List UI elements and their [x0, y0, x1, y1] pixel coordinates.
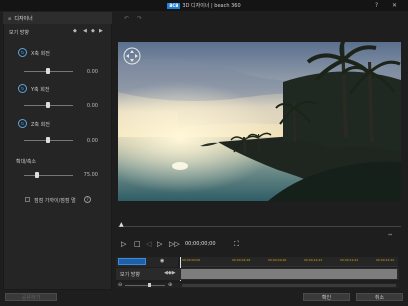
ruler-tick: 00;00;04;28: [232, 258, 251, 262]
zoom-in-icon[interactable]: ⊕: [168, 282, 172, 288]
track-keyframe-icon[interactable]: ◀◆▶: [164, 270, 176, 276]
scrubber-head[interactable]: ▲: [119, 221, 124, 228]
timeline-mode-toggle[interactable]: [118, 258, 146, 265]
window-title: 3D 디자이너 | beach 360: [182, 3, 241, 9]
ruler-tick: 00;00;00;00: [182, 258, 201, 262]
zoom-out-icon[interactable]: ⊖: [118, 282, 122, 288]
ruler-tick: 00;00;14;24: [304, 258, 323, 262]
ok-button[interactable]: 확인: [303, 293, 350, 301]
track-label: 보기 방향: [120, 272, 140, 278]
redo-icon[interactable]: ↷: [137, 15, 142, 22]
prev-frame-icon[interactable]: ◁: [146, 240, 151, 248]
x-rotation-slider-knob[interactable]: [46, 68, 50, 74]
designer-panel-header: ⊞ 디자이너: [3, 12, 112, 24]
ruler-tick: 00;00;09;26: [268, 258, 287, 262]
y-rotation-label: Y축 회전: [31, 87, 50, 93]
timeline-zoom-slider[interactable]: [125, 285, 165, 286]
designer-icon: ⊞: [8, 15, 12, 21]
y-rotation-icon: ↻: [18, 84, 27, 93]
timeline-zoom-knob[interactable]: [148, 283, 151, 287]
next-frame-icon[interactable]: ▷: [157, 240, 162, 248]
help-button[interactable]: ?: [375, 2, 378, 9]
prev-keyframe-icon[interactable]: ◀: [83, 28, 87, 34]
zoom-slider-knob[interactable]: [35, 172, 39, 178]
z-rotation-value[interactable]: 0.00: [78, 138, 98, 144]
next-keyframe-icon[interactable]: ▶: [99, 28, 103, 34]
close-button[interactable]: ✕: [392, 2, 397, 9]
z-rotation-icon: ↻: [18, 119, 27, 128]
add-keyframe-icon[interactable]: ◆: [91, 28, 95, 34]
designer-panel-title: 디자이너: [14, 15, 33, 22]
stop-icon[interactable]: □: [134, 240, 141, 248]
beach-scene: [118, 42, 401, 201]
play-icon[interactable]: ▷: [121, 240, 126, 248]
view-direction-section-title: 보기 방향: [9, 30, 29, 36]
scrubber-bar[interactable]: [118, 226, 401, 227]
share-button[interactable]: 공유하기: [5, 293, 57, 301]
lock-checkbox-label: 점점 가까이/점점 멀: [34, 198, 76, 204]
lock-checkbox[interactable]: [25, 197, 30, 202]
undo-icon[interactable]: ↶: [124, 15, 129, 22]
track-clip[interactable]: [181, 269, 397, 279]
timeline-ruler[interactable]: [180, 257, 398, 267]
app-logo: BCB: [167, 2, 181, 9]
timeline-settings-icon[interactable]: ◉: [160, 258, 164, 264]
ruler-tick: 00;00;19;22: [340, 258, 359, 262]
zoom-slider[interactable]: [24, 175, 73, 176]
timecode: 00;00;00;00: [185, 241, 216, 247]
z-rotation-label: Z축 회전: [31, 122, 50, 128]
lock-help-icon[interactable]: ?: [84, 196, 91, 203]
x-rotation-value[interactable]: 0.00: [78, 69, 98, 75]
fullscreen-icon[interactable]: ⛶: [234, 240, 239, 248]
cancel-button[interactable]: 취소: [356, 293, 403, 301]
zoom-value[interactable]: 75.00: [78, 172, 98, 178]
zoom-label: 확대/축소: [16, 159, 37, 165]
y-rotation-slider-knob[interactable]: [46, 102, 50, 108]
y-rotation-value[interactable]: 0.00: [78, 103, 98, 109]
x-rotation-label: X축 회전: [31, 51, 50, 57]
title-bar: BCB 3D 디자이너 | beach 360: [0, 0, 408, 11]
expand-icon[interactable]: ⇔: [388, 232, 392, 238]
video-preview[interactable]: [118, 42, 401, 201]
timeline-scrollbar[interactable]: [182, 284, 396, 287]
keyframe-icon[interactable]: ◆: [73, 28, 77, 34]
fast-forward-icon[interactable]: ▷▷: [169, 240, 180, 248]
ruler-tick: 00;00;24;20: [376, 258, 395, 262]
z-rotation-slider-knob[interactable]: [46, 137, 50, 143]
x-rotation-icon: ↻: [18, 48, 27, 57]
